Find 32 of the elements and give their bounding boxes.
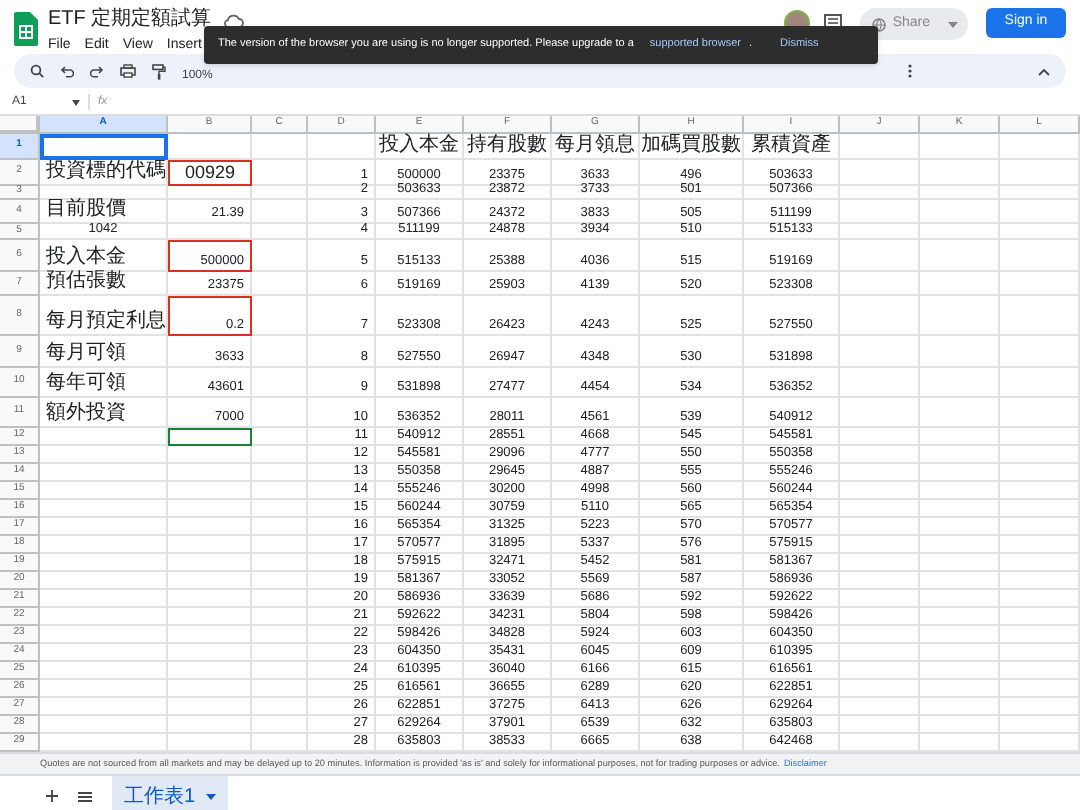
table-cell[interactable]: 累積資產 xyxy=(744,134,840,160)
undo-icon[interactable] xyxy=(60,65,74,77)
paint-roller-icon[interactable] xyxy=(152,63,166,79)
table-cell[interactable]: 加碼買股數 xyxy=(640,134,744,160)
corner-cell[interactable] xyxy=(0,116,40,134)
document-title[interactable]: ETF 定期定額試算 xyxy=(48,8,212,32)
table-cell[interactable]: 目前股價 xyxy=(40,200,168,224)
search-icon[interactable] xyxy=(30,64,44,78)
table-cell[interactable]: 持有股數 xyxy=(464,134,552,160)
spreadsheet-logo-icon[interactable] xyxy=(14,12,38,46)
add-sheet-icon[interactable] xyxy=(46,790,58,802)
globe-icon xyxy=(872,17,887,31)
table-cell[interactable]: 投資標的代碼 xyxy=(40,160,168,186)
table-cell[interactable] xyxy=(40,134,168,160)
table-cell[interactable]: 每月可領 xyxy=(40,336,168,368)
table-cell[interactable]: 每年可領 xyxy=(40,368,168,398)
table-cell[interactable]: 額外投資 xyxy=(40,398,168,428)
table-cell[interactable]: 預估張數 xyxy=(40,272,168,296)
caret-icon xyxy=(205,793,216,799)
redo-icon[interactable] xyxy=(90,65,104,77)
table-cell[interactable]: 投入本金 xyxy=(376,134,464,160)
table-cell[interactable]: 每月預定利息 xyxy=(40,296,168,336)
table-cell[interactable]: 投入本金 xyxy=(40,240,168,272)
print-icon[interactable] xyxy=(120,64,136,78)
table-cell[interactable]: 00929 xyxy=(168,160,252,186)
sheet-tab[interactable]: 工作表1 xyxy=(112,776,228,810)
table-cell[interactable]: 每月領息 xyxy=(552,134,640,160)
caret-icon[interactable] xyxy=(72,99,80,105)
sheet-list-icon[interactable] xyxy=(78,791,92,801)
table-cell[interactable] xyxy=(168,428,252,446)
caret-icon xyxy=(948,21,958,27)
chevron-up-icon[interactable] xyxy=(1038,67,1050,75)
